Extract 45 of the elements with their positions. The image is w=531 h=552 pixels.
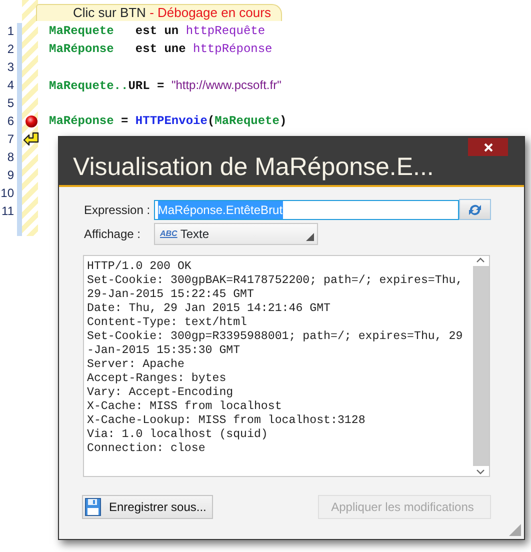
code-line: MaRéponse est une httpRéponse bbox=[49, 42, 272, 56]
line-number: 9 bbox=[6, 168, 14, 182]
field-label: Affichage : bbox=[84, 226, 142, 243]
refresh-button[interactable] bbox=[459, 199, 491, 220]
dropdown-arrow-icon bbox=[306, 233, 314, 241]
refresh-icon bbox=[467, 202, 484, 216]
line-number: 11 bbox=[0, 204, 14, 218]
line-number: 5 bbox=[6, 96, 14, 110]
text-line: X-Cache-Lookup: MISS from localhost:3128 bbox=[87, 414, 366, 428]
text-line: Accept-Ranges: bytes bbox=[87, 372, 228, 386]
line-number: 7 bbox=[6, 132, 14, 146]
close-icon bbox=[484, 142, 492, 152]
resize-grip-icon bbox=[509, 524, 521, 536]
text-line: Content-Type: text/html bbox=[87, 316, 248, 330]
field-label: Expression : bbox=[84, 202, 152, 218]
line-number: 2 bbox=[6, 42, 14, 56]
text-line: HTTP/1.0 200 OK bbox=[87, 260, 192, 274]
display-dropdown[interactable]: ABC Texte bbox=[154, 223, 318, 245]
code-line: MaRequete..URL = "http://www.pcsoft.fr" bbox=[49, 78, 282, 92]
line-number: 8 bbox=[6, 150, 14, 164]
scrollbar[interactable] bbox=[472, 256, 489, 476]
line-number: 6 bbox=[6, 114, 14, 128]
line-number: 3 bbox=[6, 60, 14, 74]
line-number: 4 bbox=[6, 78, 14, 92]
text-line: Set-Cookie: 300gp=R3395988001; path=/; expires=Thu, 29 bbox=[87, 330, 464, 344]
line-number: 10 bbox=[0, 186, 14, 200]
scroll-down-icon bbox=[476, 468, 485, 476]
text-line: 29-Jan-2015 15:22:45 GMT bbox=[87, 288, 255, 302]
close-button[interactable] bbox=[468, 138, 508, 156]
code-line: MaRequete est un httpRequête bbox=[49, 24, 266, 38]
text-line: Connection: close bbox=[87, 442, 206, 456]
editor-tab[interactable]: Clic sur BTN - Débogage en cours bbox=[36, 4, 282, 21]
save-as-button[interactable]: Enregistrer sous... bbox=[82, 495, 214, 519]
scroll-up-icon bbox=[476, 256, 485, 264]
text-line: Set-Cookie: 300gpBAK=R4178752200; path=/; expires=Thu, bbox=[87, 274, 464, 288]
text-line: -Jan-2015 15:35:30 GMT bbox=[87, 344, 242, 358]
code-line: MaRéponse = HTTPEnvoie(MaRequete) bbox=[49, 114, 287, 128]
window-title: Visualisation de MaRéponse.E... bbox=[73, 152, 434, 183]
text-area[interactable] bbox=[83, 255, 490, 477]
text-line: Date: Thu, 29 Jan 2015 14:21:46 GMT bbox=[87, 302, 332, 316]
text-line: Via: 1.0 localhost (squid) bbox=[87, 428, 269, 442]
text-line: X-Cache: MISS from localhost bbox=[87, 400, 283, 414]
line-number: 1 bbox=[6, 24, 14, 38]
text-line: Vary: Accept-Encoding bbox=[87, 386, 234, 400]
text-line: Server: Apache bbox=[87, 358, 186, 372]
